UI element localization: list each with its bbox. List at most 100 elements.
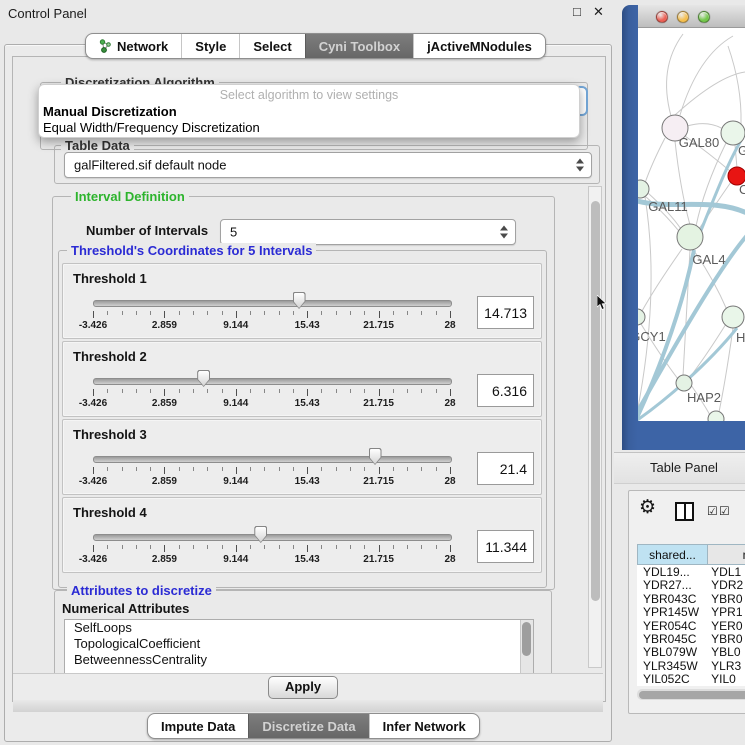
threshold-slider-track[interactable] — [93, 456, 452, 463]
tab-impute-data[interactable]: Impute Data — [148, 714, 248, 738]
table-horizontal-scrollbar[interactable] — [637, 689, 745, 700]
table-row[interactable]: YIL052CYIL0 — [637, 672, 745, 685]
table-cell[interactable]: YER0 — [705, 619, 745, 632]
tab-jactivemnodules[interactable]: jActiveMNodules — [413, 34, 545, 58]
table-row[interactable]: YDL19...YDL1 — [637, 565, 745, 578]
table-cell[interactable]: YBR045C — [637, 632, 705, 645]
numerical-attributes-list[interactable]: SelfLoopsTopologicalCoefficientBetweenne… — [64, 619, 534, 675]
zoom-window-button[interactable] — [698, 11, 710, 23]
table-scrollbar-thumb[interactable] — [639, 691, 745, 699]
table-row[interactable]: YBL079WYBL0 — [637, 645, 745, 658]
table-cell[interactable]: YDL1 — [705, 565, 745, 578]
network-node-ga[interactable] — [721, 121, 745, 145]
tab-select[interactable]: Select — [239, 34, 304, 58]
table-row[interactable]: YBR043CYBR0 — [637, 592, 745, 605]
tick — [207, 311, 208, 315]
tick — [179, 467, 180, 471]
list-scrollbar-thumb[interactable] — [522, 622, 531, 656]
table-data-group-title: Table Data — [61, 138, 134, 153]
network-node[interactable] — [708, 411, 724, 421]
tick-label: 9.144 — [223, 398, 248, 409]
tab-discretize-data[interactable]: Discretize Data — [248, 714, 368, 738]
panel-scrollbar-thumb[interactable] — [591, 201, 600, 601]
network-window-titlebar[interactable] — [638, 5, 745, 28]
list-scrollbar[interactable] — [520, 620, 533, 674]
threshold-slider-track[interactable] — [93, 378, 452, 385]
close-panel-icon[interactable]: ✕ — [593, 4, 604, 20]
tick-label: 28 — [444, 476, 455, 487]
tick-label: -3.426 — [79, 554, 107, 565]
table-cell[interactable]: YER054C — [637, 619, 705, 632]
table-cell[interactable]: YBR0 — [705, 592, 745, 605]
algorithm-option-manual-discretization[interactable]: Manual Discretization — [43, 104, 177, 119]
table-cell[interactable]: YDL19... — [637, 565, 705, 578]
attribute-item-betweennesscentrality[interactable]: BetweennessCentrality — [65, 652, 533, 668]
tick — [364, 545, 365, 549]
table-cell[interactable]: YDR27... — [637, 578, 705, 591]
threshold-3-value-input[interactable] — [477, 452, 534, 485]
split-view-icon[interactable] — [675, 502, 694, 521]
table-cell[interactable]: YBL0 — [705, 645, 745, 658]
node-label: C — [739, 182, 745, 197]
table-cell[interactable]: YLR345W — [637, 659, 705, 672]
checkbox-icon[interactable]: ☑ — [719, 504, 730, 518]
tick — [436, 311, 437, 315]
tick — [122, 545, 123, 549]
minimize-window-button[interactable] — [677, 11, 689, 23]
table-cell[interactable]: YLR3 — [705, 659, 745, 672]
network-node-gal4[interactable] — [677, 224, 703, 250]
float-window-icon[interactable]: □ — [573, 4, 581, 19]
tick — [164, 545, 165, 552]
table-cell[interactable]: YBL079W — [637, 645, 705, 658]
table-cell[interactable]: YPR1 — [705, 605, 745, 618]
tick — [236, 389, 237, 396]
table-cell[interactable]: YBR0 — [705, 632, 745, 645]
network-canvas[interactable]: GAL80GACGAL11GAL4GCY1HHAP2 — [638, 28, 745, 421]
attribute-item-topologicalcoefficient[interactable]: TopologicalCoefficient — [65, 636, 533, 652]
table-cell[interactable]: YDR2 — [705, 578, 745, 591]
threshold-4-value-input[interactable] — [477, 530, 534, 563]
tick — [179, 545, 180, 549]
table-row[interactable]: YBR045CYBR0 — [637, 632, 745, 645]
close-window-button[interactable] — [656, 11, 668, 23]
table-row[interactable]: YER054CYER0 — [637, 619, 745, 632]
attribute-item-selfloops[interactable]: SelfLoops — [65, 620, 533, 636]
table-cell[interactable]: YBR043C — [637, 592, 705, 605]
network-view-window[interactable]: GAL80GACGAL11GAL4GCY1HHAP2 — [622, 5, 745, 450]
tab-cyni-toolbox[interactable]: Cyni Toolbox — [305, 34, 413, 58]
table-row[interactable]: YDR27...YDR2 — [637, 578, 745, 591]
table-row[interactable]: YLR345WYLR3 — [637, 659, 745, 672]
panel-scrollbar[interactable] — [588, 186, 602, 668]
network-node-hap2[interactable] — [676, 375, 692, 391]
table-cell[interactable]: YIL0 — [705, 672, 745, 685]
network-node-h[interactable] — [722, 306, 744, 328]
algorithm-option-equal-width-frequency-discretization[interactable]: Equal Width/Frequency Discretization — [43, 120, 260, 135]
table-cell[interactable]: YPR145W — [637, 605, 705, 618]
threshold-slider-track[interactable] — [93, 534, 452, 541]
tick — [179, 389, 180, 393]
threshold-2-value-input[interactable] — [477, 374, 534, 407]
tick — [93, 311, 94, 318]
tab-infer-network[interactable]: Infer Network — [369, 714, 479, 738]
tick-label: 9.144 — [223, 554, 248, 565]
table-data-combobox[interactable]: galFiltered.sif default node — [64, 152, 592, 178]
node-label: GAL80 — [679, 135, 719, 150]
column-header-shared-name[interactable]: shared... — [637, 544, 708, 565]
tab-style[interactable]: Style — [181, 34, 239, 58]
checkbox-icon[interactable]: ☑ — [707, 504, 718, 518]
table-cell[interactable]: YIL052C — [637, 672, 705, 685]
network-node-gcy1[interactable] — [638, 309, 645, 325]
network-node-gal11[interactable] — [638, 180, 649, 198]
threshold-slider-track[interactable] — [93, 300, 452, 307]
tab-network[interactable]: Network — [86, 34, 181, 58]
tick-label: -3.426 — [79, 398, 107, 409]
tab-label: Network — [117, 39, 168, 54]
number-of-intervals-combobox[interactable]: 5 — [220, 219, 516, 245]
node-table[interactable]: YDL19...YDL1YDR27...YDR2YBR043CYBR0YPR14… — [637, 565, 745, 686]
gear-icon[interactable]: ⚙ — [639, 496, 656, 519]
threshold-1-value-input[interactable] — [477, 296, 534, 329]
apply-button[interactable]: Apply — [268, 676, 338, 699]
column-header-name[interactable]: na — [708, 544, 745, 565]
tick — [350, 311, 351, 315]
table-row[interactable]: YPR145WYPR1 — [637, 605, 745, 618]
